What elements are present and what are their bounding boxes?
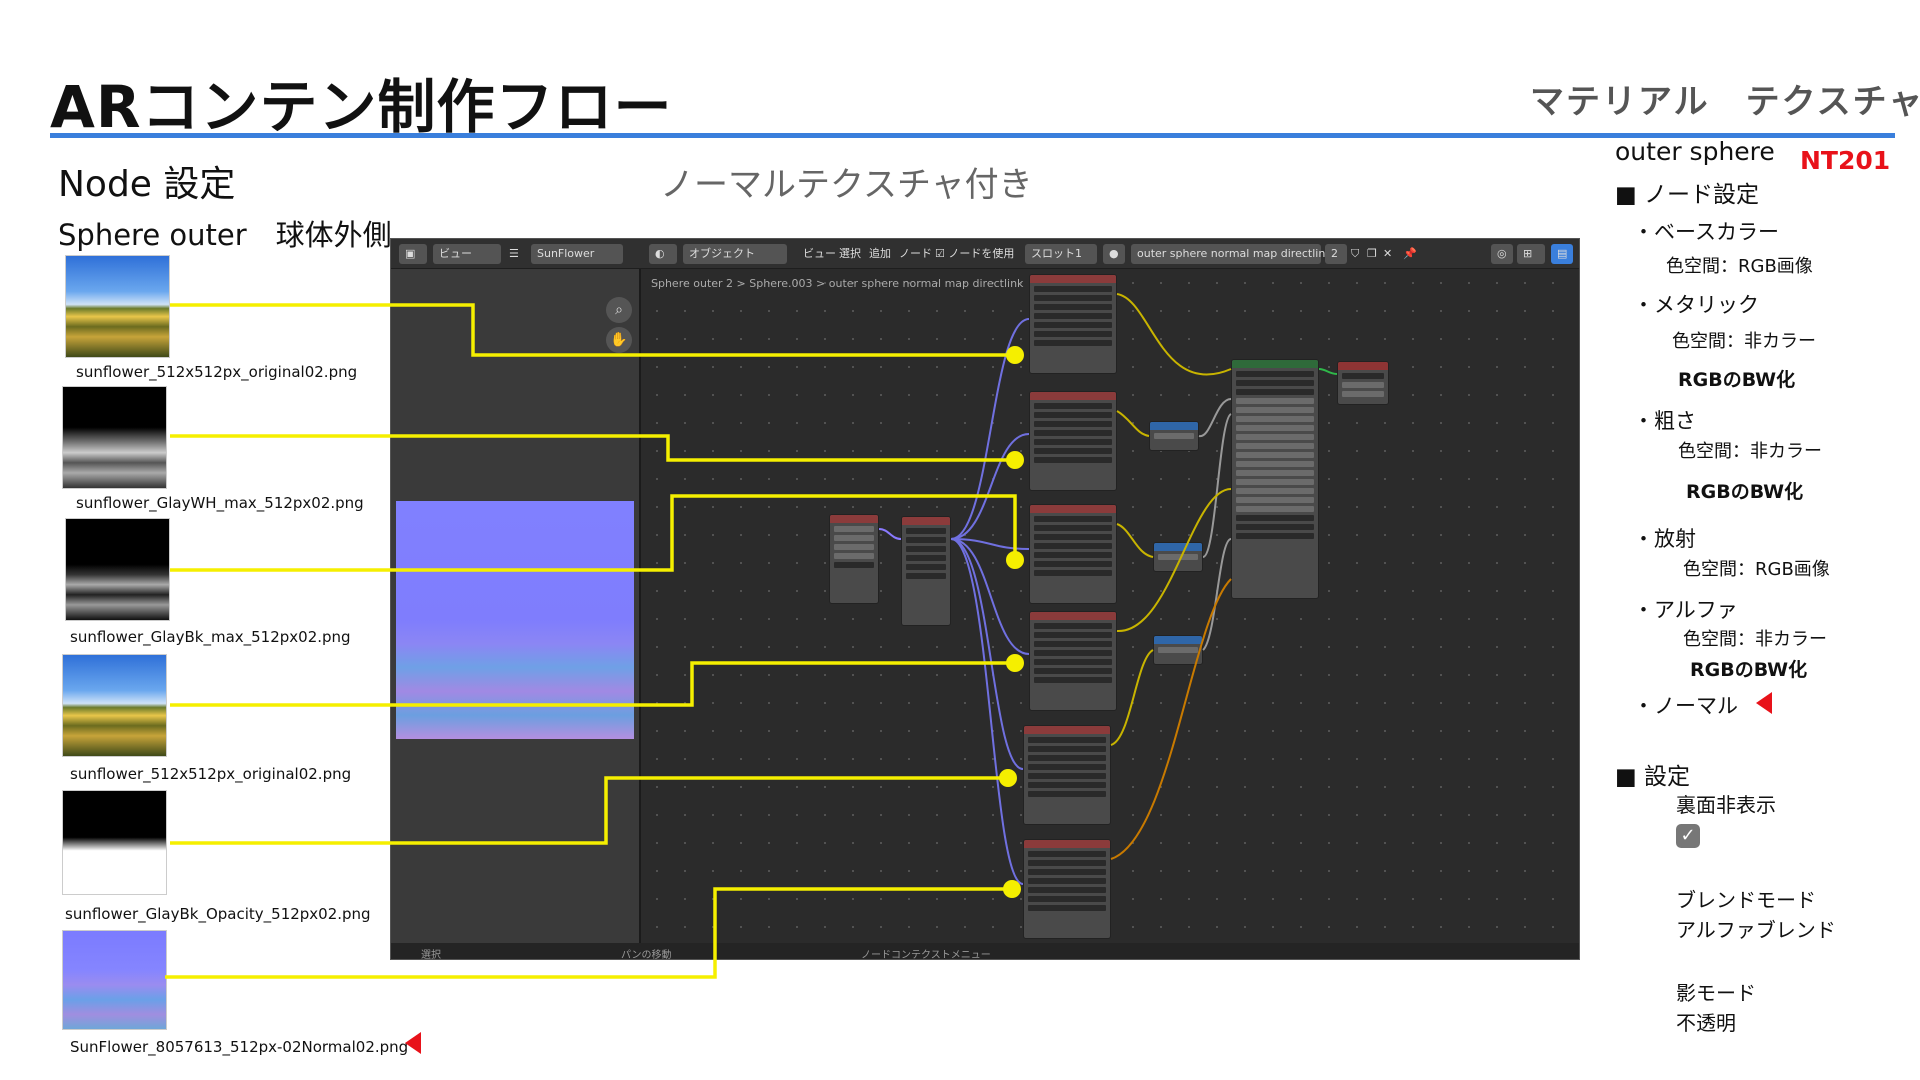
setting-detail: 色空間：RGB画像	[1666, 256, 1813, 277]
blend-mode-value: アルファブレンド	[1676, 918, 1836, 942]
setting-label: ・メタリック	[1633, 293, 1759, 317]
object-name: outer sphere	[1615, 137, 1775, 166]
node-links	[878, 293, 1338, 885]
texture-caption: sunflower_512x512px_original02.png	[76, 363, 358, 381]
texture-thumbnail	[62, 386, 167, 489]
setting-detail: 色空間：非カラー	[1683, 629, 1827, 650]
status-bar: 選択 パンの移動 ノードコンテクストメニュー	[391, 943, 1579, 960]
texture-caption: sunflower_GlayBk_max_512px02.png	[70, 628, 351, 646]
setting-label: ・ノーマル	[1633, 694, 1738, 718]
settings-heading: ■ 設定	[1615, 764, 1691, 790]
blender-shader-editor: ⌕ ✋ ▣ ビュー ☰ SunFlower ◐ オブジェクト ビュー 選択 追加…	[390, 238, 1580, 960]
backface-hide-checkbox[interactable]: ✓	[1676, 824, 1700, 848]
setting-note: RGBのBW化	[1686, 481, 1804, 503]
texture-caption: SunFlower_8057613_512px-02Normal02.png	[70, 1038, 409, 1056]
shadow-mode-label: 影モード	[1676, 981, 1756, 1005]
texture-thumbnail	[62, 930, 167, 1030]
texture-caption: sunflower_GlayWH_max_512px02.png	[76, 494, 364, 512]
node-settings-heading: ■ ノード設定	[1615, 182, 1760, 208]
blend-mode-label: ブレンドモード	[1676, 888, 1816, 912]
texture-caption: sunflower_GlayBk_Opacity_512px02.png	[65, 905, 371, 923]
setting-label: ・放射	[1633, 527, 1696, 551]
setting-detail: 色空間：非カラー	[1678, 441, 1822, 462]
normal-marker-arrow-icon	[1756, 692, 1772, 714]
section-title: マテリアル テクスチャ	[1530, 82, 1920, 122]
texture-thumbnail	[62, 654, 167, 757]
status-select: 選択	[421, 950, 441, 960]
code-badge: NT201	[1800, 146, 1891, 175]
normal-texture-note: ノーマルテクスチャ付き	[660, 165, 1033, 205]
texture-thumbnail	[65, 255, 170, 358]
setting-note: RGBのBW化	[1690, 659, 1808, 681]
node-setting-heading: Node 設定	[58, 164, 236, 205]
setting-detail: 色空間：RGB画像	[1683, 559, 1830, 580]
texture-thumbnail	[65, 518, 170, 621]
status-pan: パンの移動	[621, 950, 672, 960]
backface-hide-label: 裏面非表示	[1676, 793, 1776, 817]
setting-note: RGBのBW化	[1678, 369, 1796, 391]
normal-marker-arrow-icon	[405, 1032, 421, 1054]
setting-detail: 色空間：非カラー	[1672, 331, 1816, 352]
texture-caption: sunflower_512x512px_original02.png	[70, 765, 352, 783]
status-context-menu: ノードコンテクストメニュー	[861, 950, 991, 960]
sphere-outer-heading: Sphere outer 球体外側	[58, 218, 392, 252]
setting-label: ・アルファ	[1633, 598, 1738, 622]
setting-label: ・粗さ	[1633, 409, 1696, 433]
shadow-mode-value: 不透明	[1676, 1011, 1736, 1035]
page-title: ARコンテン制作フロー	[50, 73, 673, 141]
texture-thumbnail	[62, 790, 167, 895]
setting-label: ・ベースカラー	[1633, 220, 1779, 244]
